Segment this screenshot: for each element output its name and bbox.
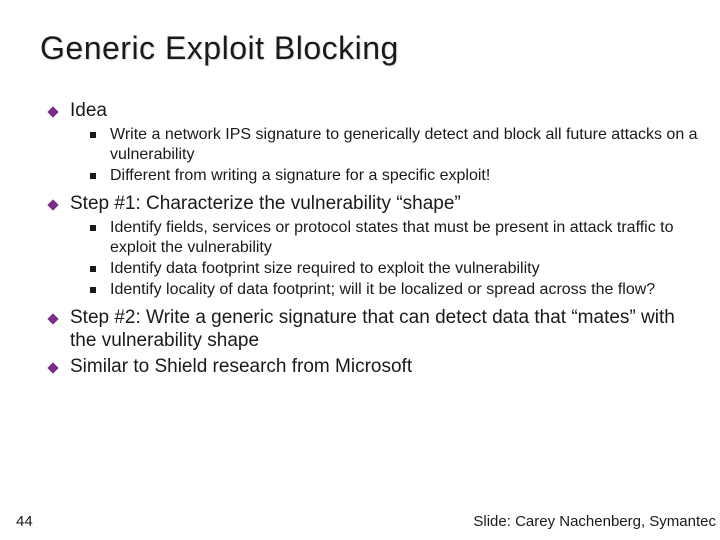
bullet-l2: Identify data footprint size required to… (90, 259, 700, 279)
sub-list: Identify fields, services or protocol st… (46, 218, 700, 300)
sub-bullet-text: Write a network IPS signature to generic… (110, 125, 700, 165)
bullet-text: Similar to Shield research from Microsof… (70, 355, 412, 379)
square-bullet-icon (90, 132, 96, 138)
sub-list: Write a network IPS signature to generic… (46, 125, 700, 186)
slide: Generic Exploit Blocking Idea Write a ne… (0, 0, 720, 540)
diamond-bullet-icon (46, 198, 60, 212)
sub-bullet-text: Identify locality of data footprint; wil… (110, 280, 655, 300)
diamond-bullet-icon (46, 105, 60, 119)
bullet-l1: Step #1: Characterize the vulnerability … (46, 192, 700, 216)
square-bullet-icon (90, 266, 96, 272)
bullet-text: Step #2: Write a generic signature that … (70, 306, 700, 354)
square-bullet-icon (90, 225, 96, 231)
bullet-l1: Idea (46, 99, 700, 123)
sub-bullet-text: Different from writing a signature for a… (110, 166, 490, 186)
slide-credit: Slide: Carey Nachenberg, Symantec (473, 513, 716, 530)
square-bullet-icon (90, 287, 96, 293)
slide-title: Generic Exploit Blocking (40, 30, 700, 67)
diamond-bullet-icon (46, 312, 60, 326)
sub-bullet-text: Identify data footprint size required to… (110, 259, 540, 279)
diamond-bullet-icon (46, 361, 60, 375)
bullet-text: Step #1: Characterize the vulnerability … (70, 192, 461, 216)
bullet-l2: Write a network IPS signature to generic… (90, 125, 700, 165)
slide-content: Idea Write a network IPS signature to ge… (40, 99, 700, 379)
page-number: 44 (16, 513, 33, 530)
bullet-l1: Similar to Shield research from Microsof… (46, 355, 700, 379)
bullet-text: Idea (70, 99, 107, 123)
bullet-l2: Different from writing a signature for a… (90, 166, 700, 186)
bullet-l2: Identify locality of data footprint; wil… (90, 280, 700, 300)
sub-bullet-text: Identify fields, services or protocol st… (110, 218, 700, 258)
bullet-l1: Step #2: Write a generic signature that … (46, 306, 700, 354)
bullet-l2: Identify fields, services or protocol st… (90, 218, 700, 258)
square-bullet-icon (90, 173, 96, 179)
